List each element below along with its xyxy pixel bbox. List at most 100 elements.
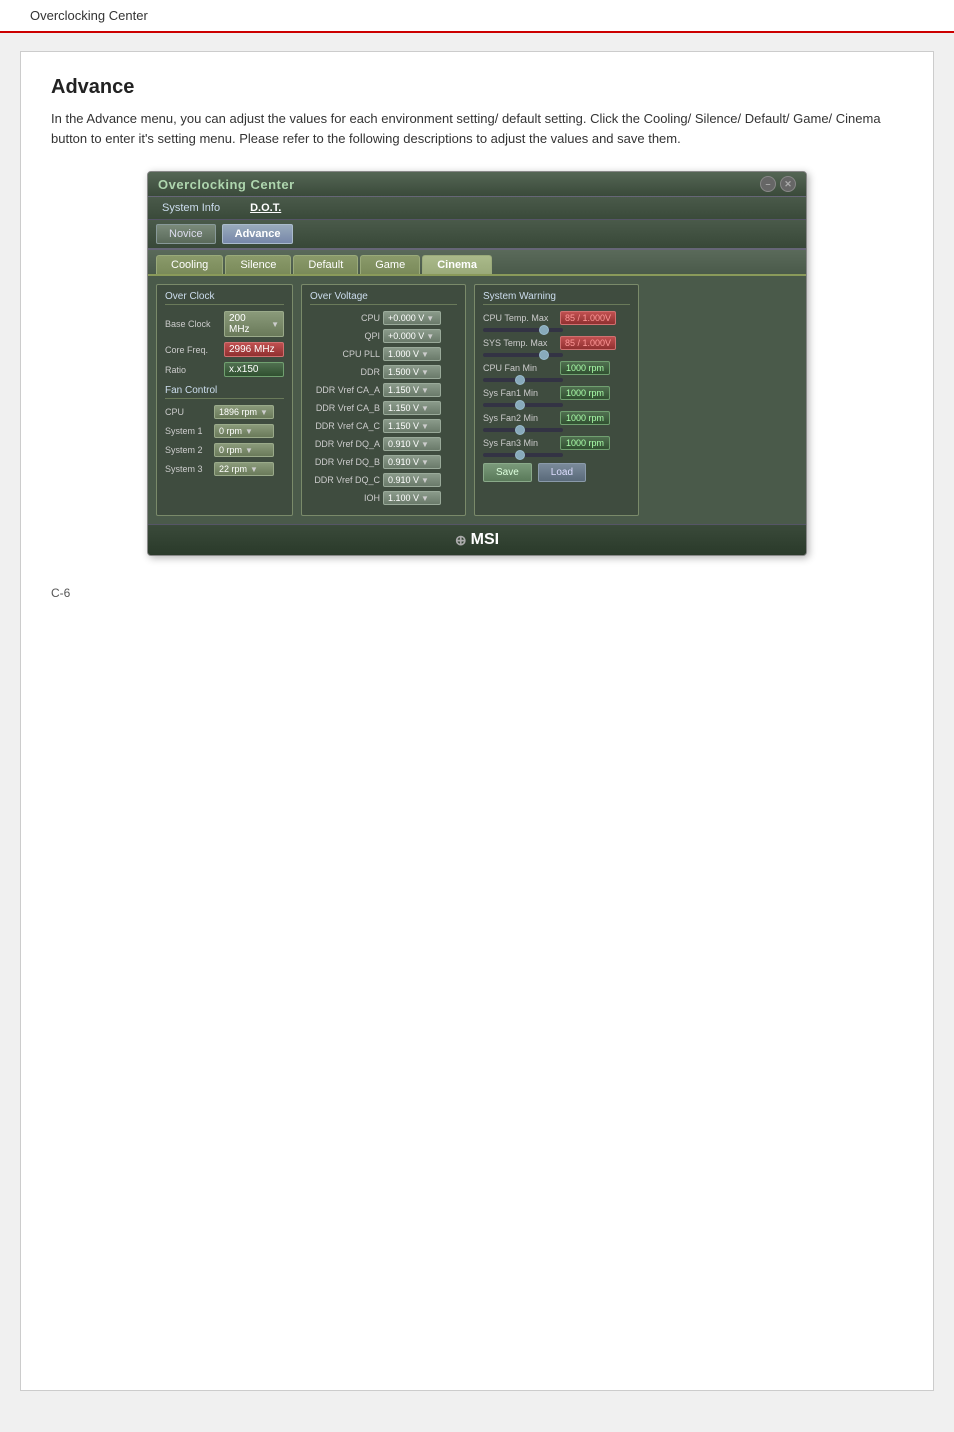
volt-ioh-label: IOH [310,493,380,503]
base-clock-dropdown[interactable]: 200 MHz ▼ [224,311,284,337]
menu-system-info[interactable]: System Info [156,200,226,216]
advance-button[interactable]: Advance [222,224,294,244]
volt-ddr-vref-ca-b-row: DDR Vref CA_B 1.150 V ▼ [310,401,457,415]
load-button[interactable]: Load [538,463,586,482]
sys-fan1-min-label: Sys Fan1 Min [483,388,558,398]
volt-ddr-vref-ca-c-dropdown[interactable]: 1.150 V ▼ [383,419,441,433]
volt-ddr-ca-b-arrow-icon: ▼ [421,404,429,413]
ratio-dropdown[interactable]: x.x150 [224,362,284,377]
sys-fan1-slider-thumb[interactable] [515,400,525,410]
page-content: Advance In the Advance menu, you can adj… [20,51,934,1391]
fan-sys2-dropdown[interactable]: 0 rpm ▼ [214,443,274,457]
sys-fan3-min-label: Sys Fan3 Min [483,438,558,448]
tab-silence[interactable]: Silence [225,255,291,274]
volt-ddr-vref-ca-b-dropdown[interactable]: 1.150 V ▼ [383,401,441,415]
tab-cooling[interactable]: Cooling [156,255,223,274]
volt-qpi-dropdown[interactable]: +0.000 V ▼ [383,329,441,343]
sys-temp-max-value[interactable]: 85 / 1.000V [560,336,616,350]
volt-ddr-vref-dq-c-value: 0.910 V [388,475,419,485]
volt-ddr-vref-ca-a-value: 1.150 V [388,385,419,395]
volt-ddr-vref-ca-a-dropdown[interactable]: 1.150 V ▼ [383,383,441,397]
menu-dot[interactable]: D.O.T. [244,200,287,216]
sys-fan3-slider-thumb[interactable] [515,450,525,460]
volt-cpupll-value: 1.000 V [388,349,419,359]
sys-fan1-slider[interactable] [483,403,563,407]
volt-ddr-vref-dq-a-label: DDR Vref DQ_A [310,439,380,449]
fan-sys2-label: System 2 [165,445,210,455]
volt-ddr-ca-a-arrow-icon: ▼ [421,386,429,395]
ratio-value: x.x150 [229,364,258,375]
sys-fan2-slider-thumb[interactable] [515,425,525,435]
cpu-temp-slider[interactable] [483,328,563,332]
msi-logo-text: MSI [471,531,499,549]
volt-ioh-arrow-icon: ▼ [421,494,429,503]
cpu-fan-slider-thumb[interactable] [515,375,525,385]
core-freq-dropdown[interactable]: 2996 MHz [224,342,284,357]
volt-cpupll-dropdown[interactable]: 1.000 V ▼ [383,347,441,361]
msi-logo: ⊕ MSI [154,531,800,549]
fan-sys3-dropdown[interactable]: 22 rpm ▼ [214,462,274,476]
cpu-fan-slider[interactable] [483,378,563,382]
over-voltage-panel: Over Voltage CPU +0.000 V ▼ QPI +0.000 V… [301,284,466,516]
volt-ddr-vref-dq-c-row: DDR Vref DQ_C 0.910 V ▼ [310,473,457,487]
volt-qpi-label: QPI [310,331,380,341]
cpu-temp-max-label: CPU Temp. Max [483,313,558,323]
volt-ddr-dq-a-arrow-icon: ▼ [421,440,429,449]
volt-ddr-vref-ca-c-value: 1.150 V [388,421,419,431]
sys-fan2-slider[interactable] [483,428,563,432]
volt-ddr-vref-dq-a-dropdown[interactable]: 0.910 V ▼ [383,437,441,451]
volt-ddr-ca-c-arrow-icon: ▼ [421,422,429,431]
app-footer: ⊕ MSI [148,524,806,555]
minimize-button[interactable]: – [760,176,776,192]
app-window: Overclocking Center – ✕ System Info D.O.… [147,171,807,556]
cpu-fan-min-row: CPU Fan Min 1000 rpm [483,361,630,375]
volt-cpu-value: +0.000 V [388,313,424,323]
base-clock-label: Base Clock [165,319,220,329]
fan-sys2-value: 0 rpm [219,445,242,455]
cpu-temp-slider-thumb[interactable] [539,325,549,335]
fan-sys3-label: System 3 [165,464,210,474]
close-button[interactable]: ✕ [780,176,796,192]
fan-cpu-label: CPU [165,407,210,417]
volt-ddr-label: DDR [310,367,380,377]
fan-sys2-row: System 2 0 rpm ▼ [165,443,284,457]
sys-fan3-slider[interactable] [483,453,563,457]
save-button[interactable]: Save [483,463,532,482]
volt-ddr-vref-ca-b-label: DDR Vref CA_B [310,403,380,413]
fan-sys3-value: 22 rpm [219,464,247,474]
page-number: C-6 [51,586,903,600]
tab-default[interactable]: Default [293,255,358,274]
volt-ddr-row: DDR 1.500 V ▼ [310,365,457,379]
app-toolbar: Novice Advance [148,220,806,250]
cpu-temp-max-value[interactable]: 85 / 1.000V [560,311,616,325]
novice-button[interactable]: Novice [156,224,216,244]
app-menubar: System Info D.O.T. [148,197,806,220]
fan-cpu-row: CPU 1896 rpm ▼ [165,405,284,419]
sys-fan2-min-value[interactable]: 1000 rpm [560,411,610,425]
volt-ddr-vref-ca-b-value: 1.150 V [388,403,419,413]
volt-ddr-vref-ca-c-label: DDR Vref CA_C [310,421,380,431]
volt-ddr-vref-dq-b-dropdown[interactable]: 0.910 V ▼ [383,455,441,469]
fan-cpu-value: 1896 rpm [219,407,257,417]
tab-cinema[interactable]: Cinema [422,255,492,274]
fan-cpu-dropdown[interactable]: 1896 rpm ▼ [214,405,274,419]
volt-cpu-dropdown[interactable]: +0.000 V ▼ [383,311,441,325]
sys-fan3-min-value[interactable]: 1000 rpm [560,436,610,450]
tab-game[interactable]: Game [360,255,420,274]
tab-bar: Cooling Silence Default Game Cinema [148,250,806,276]
cpu-fan-min-value[interactable]: 1000 rpm [560,361,610,375]
fan-control-title: Fan Control [165,385,284,399]
sys-fan1-min-value[interactable]: 1000 rpm [560,386,610,400]
volt-cpupll-arrow-icon: ▼ [421,350,429,359]
over-voltage-title: Over Voltage [310,291,457,305]
fan-sys1-row: System 1 0 rpm ▼ [165,424,284,438]
titlebar-controls: – ✕ [760,176,796,192]
volt-ddr-dropdown[interactable]: 1.500 V ▼ [383,365,441,379]
base-clock-value: 200 MHz [229,313,268,335]
volt-ioh-dropdown[interactable]: 1.100 V ▼ [383,491,441,505]
sys-fan2-slider-row [483,428,630,432]
sys-temp-slider[interactable] [483,353,563,357]
fan-sys1-dropdown[interactable]: 0 rpm ▼ [214,424,274,438]
sys-temp-slider-thumb[interactable] [539,350,549,360]
volt-ddr-vref-dq-c-dropdown[interactable]: 0.910 V ▼ [383,473,441,487]
